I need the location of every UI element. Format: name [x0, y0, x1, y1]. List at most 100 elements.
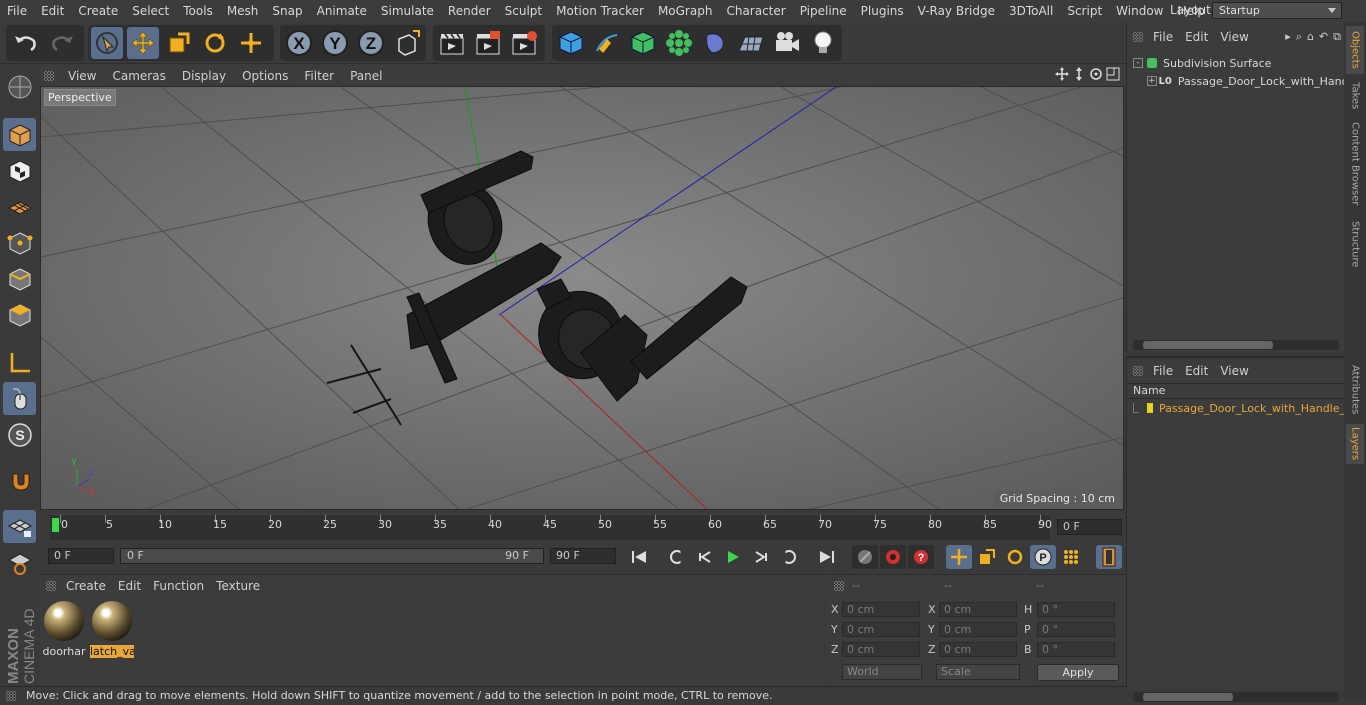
camera-icon[interactable]: [771, 27, 803, 59]
render-region-icon[interactable]: [472, 27, 504, 59]
layout-select[interactable]: Startup: [1212, 2, 1342, 19]
coordinate-system-icon[interactable]: [391, 27, 423, 59]
rotation-h-field[interactable]: 0 °: [1037, 602, 1115, 617]
polygons-mode-icon[interactable]: [3, 298, 36, 331]
tab-layers[interactable]: Layers: [1346, 424, 1364, 464]
material-menu-create[interactable]: Create: [60, 579, 112, 593]
tab-objects[interactable]: Objects: [1346, 26, 1364, 74]
pan-view-icon[interactable]: [1055, 67, 1069, 81]
layer-row[interactable]: Passage_Door_Lock_with_Handle_: [1133, 400, 1345, 416]
collapse-icon[interactable]: -: [1133, 58, 1143, 68]
panel-grip-icon[interactable]: [1133, 32, 1143, 42]
prev-frame-icon[interactable]: [692, 545, 718, 569]
cloner-icon[interactable]: [663, 27, 695, 59]
solo-icon[interactable]: S: [3, 418, 36, 451]
size-z-field[interactable]: 0 cm: [939, 642, 1017, 657]
layer-menu-file[interactable]: File: [1147, 364, 1179, 378]
next-frame-icon[interactable]: [748, 545, 774, 569]
menu-script[interactable]: Script: [1060, 4, 1109, 18]
transform-icon[interactable]: [235, 27, 267, 59]
menu-window[interactable]: Window: [1109, 4, 1170, 18]
panel-grip-icon[interactable]: [44, 70, 54, 81]
axis-mode-icon[interactable]: [3, 346, 36, 379]
live-selection-icon[interactable]: [91, 27, 123, 59]
material-menu-edit[interactable]: Edit: [112, 579, 147, 593]
timeline-ruler[interactable]: 0 5 10 15 20 25 30 35 40 45 50 55 60 65 …: [50, 514, 1052, 540]
subdivision-surface-icon[interactable]: [627, 27, 659, 59]
undo-icon[interactable]: [10, 27, 42, 59]
cube-icon[interactable]: [555, 27, 587, 59]
key-parameter-icon[interactable]: P: [1030, 545, 1056, 569]
apply-button[interactable]: Apply: [1037, 664, 1119, 681]
menu-simulate[interactable]: Simulate: [374, 4, 441, 18]
scroll-thumb[interactable]: [1143, 693, 1233, 701]
x-axis-lock-icon[interactable]: X: [283, 27, 315, 59]
menu-character[interactable]: Character: [719, 4, 792, 18]
redo-icon[interactable]: [46, 27, 78, 59]
size-x-field[interactable]: 0 cm: [939, 602, 1017, 617]
end-frame-field[interactable]: 90 F: [550, 548, 616, 564]
goto-end-icon[interactable]: [814, 545, 840, 569]
layer-menu-edit[interactable]: Edit: [1179, 364, 1214, 378]
y-axis-lock-icon[interactable]: Y: [319, 27, 351, 59]
make-editable-icon[interactable]: [3, 70, 36, 103]
menu-vray-bridge[interactable]: V-Ray Bridge: [911, 4, 1002, 18]
tree-row-lock[interactable]: + L0 Passage_Door_Lock_with_Handle: [1147, 72, 1345, 90]
coord-system-select[interactable]: World: [842, 664, 922, 680]
key-position-icon[interactable]: [946, 545, 972, 569]
3d-viewport[interactable]: Y Z X Perspective Grid Spacing : 10 cm: [40, 86, 1124, 510]
material-swatch-selected[interactable]: latch_va: [90, 599, 134, 658]
floor-icon[interactable]: [735, 27, 767, 59]
zoom-view-icon[interactable]: [1072, 67, 1086, 81]
expand-icon[interactable]: +: [1147, 76, 1157, 86]
panel-grip-icon[interactable]: [6, 691, 16, 701]
tab-attributes[interactable]: Attributes: [1346, 360, 1364, 420]
menu-3dtoall[interactable]: 3DToAll: [1002, 4, 1060, 18]
menu-sculpt[interactable]: Sculpt: [498, 4, 549, 18]
maximize-view-icon[interactable]: [1106, 67, 1120, 81]
model-mode-icon[interactable]: [3, 118, 36, 151]
layer-menu-view[interactable]: View: [1214, 364, 1254, 378]
search-icon[interactable]: ⌕: [1296, 30, 1302, 44]
tree-row-subdivision[interactable]: - Subdivision Surface: [1133, 54, 1343, 72]
new-window-icon[interactable]: ⧉: [1333, 30, 1341, 44]
material-menu-function[interactable]: Function: [147, 579, 210, 593]
prev-key-icon[interactable]: [664, 545, 690, 569]
autokey-help-icon[interactable]: ?: [908, 545, 934, 569]
move-icon[interactable]: [127, 27, 159, 59]
position-z-field[interactable]: 0 cm: [842, 642, 920, 657]
menu-file[interactable]: File: [0, 4, 34, 18]
edges-mode-icon[interactable]: [3, 262, 36, 295]
menu-select[interactable]: Select: [125, 4, 176, 18]
scale-icon[interactable]: [163, 27, 195, 59]
menu-create[interactable]: Create: [71, 4, 125, 18]
material-menu-texture[interactable]: Texture: [210, 579, 266, 593]
key-pla-icon[interactable]: [1058, 545, 1084, 569]
rotate-icon[interactable]: [199, 27, 231, 59]
menu-plugins[interactable]: Plugins: [854, 4, 911, 18]
timeline-window-icon[interactable]: [1096, 545, 1122, 569]
menu-snap[interactable]: Snap: [265, 4, 309, 18]
viewport-menu-panel[interactable]: Panel: [342, 69, 390, 83]
scroll-thumb[interactable]: [1143, 341, 1273, 349]
viewport-menu-view[interactable]: View: [60, 69, 104, 83]
key-scale-icon[interactable]: [974, 545, 1000, 569]
rotate-view-icon[interactable]: [1089, 67, 1103, 81]
menu-render[interactable]: Render: [441, 4, 498, 18]
size-y-field[interactable]: 0 cm: [939, 622, 1017, 637]
z-axis-lock-icon[interactable]: Z: [355, 27, 387, 59]
menu-motion-tracker[interactable]: Motion Tracker: [549, 4, 651, 18]
workplane-lock-icon[interactable]: [3, 510, 36, 543]
home-icon[interactable]: ⌂: [1307, 30, 1314, 44]
planar-workplane-icon[interactable]: [3, 546, 36, 579]
goto-start-icon[interactable]: [626, 545, 652, 569]
points-mode-icon[interactable]: [3, 226, 36, 259]
menu-tools[interactable]: Tools: [176, 4, 220, 18]
light-icon[interactable]: [807, 27, 839, 59]
object-menu-file[interactable]: File: [1147, 30, 1179, 44]
tab-takes[interactable]: Takes: [1346, 78, 1364, 114]
current-frame-field[interactable]: 0 F: [1057, 519, 1122, 535]
playhead-marker[interactable]: [52, 518, 59, 532]
record-keys-icon[interactable]: [880, 545, 906, 569]
panel-grip-icon[interactable]: [834, 581, 844, 591]
